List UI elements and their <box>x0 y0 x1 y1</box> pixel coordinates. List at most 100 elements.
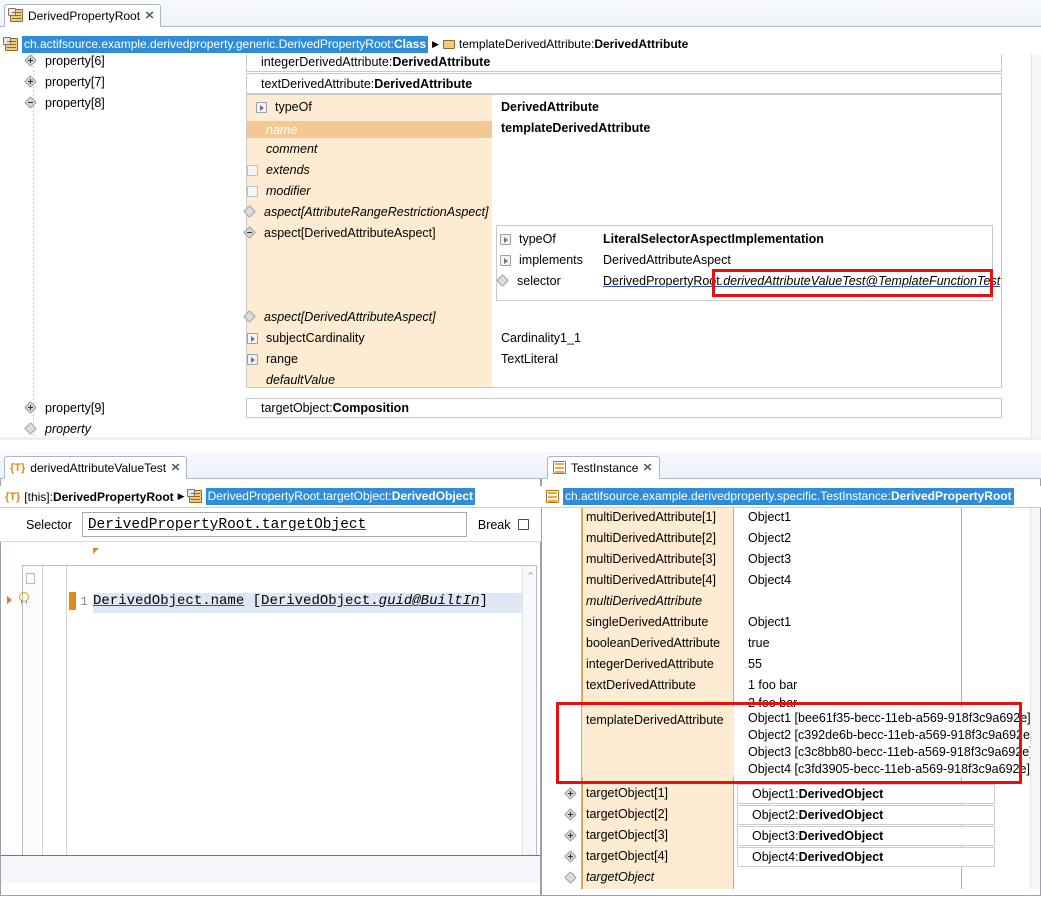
attr-label: aspect[DerivedAttributeAspect] <box>264 310 436 324</box>
expander-icon[interactable] <box>500 234 511 245</box>
attr-row-typeof[interactable]: typeOf <box>256 100 312 114</box>
expander-icon[interactable] <box>247 354 258 365</box>
selector-input-value: DerivedPropertyRoot.targetObject <box>88 517 366 533</box>
chevron-right-icon: ▶ <box>178 491 185 502</box>
inst-label-8[interactable]: textDerivedAttribute <box>586 678 696 692</box>
top-editor-vertical-scrollbar[interactable] <box>1031 54 1041 438</box>
selector-input[interactable]: DerivedPropertyRoot.targetObject <box>82 512 467 537</box>
target-type: DerivedObject <box>799 787 884 801</box>
breadcrumb-selected[interactable]: DerivedPropertyRoot.targetObject:Derived… <box>206 488 475 505</box>
inst-label-3[interactable]: multiDerivedAttribute[4] <box>586 573 716 587</box>
collapse-minus-icon[interactable] <box>245 228 256 239</box>
attr-row-aspect-range-restriction[interactable]: aspect[AttributeRangeRestrictionAspect] <box>245 205 488 219</box>
target-label-2[interactable]: targetObject[3] <box>586 828 668 842</box>
inst-value-2: Object3 <box>748 552 791 566</box>
breadcrumb-selected[interactable]: ch.actifsource.example.derivedproperty.s… <box>563 488 1014 505</box>
inst-label-2[interactable]: multiDerivedAttribute[3] <box>586 552 716 566</box>
code-editor[interactable]: 1 DerivedObject.name [DerivedObject.guid… <box>22 565 537 879</box>
diamond-icon[interactable] <box>26 424 37 435</box>
chevron-right-icon: ▶ <box>432 39 439 50</box>
target-label-1[interactable]: targetObject[2] <box>586 807 668 821</box>
expand-plus-icon[interactable] <box>566 810 577 821</box>
target-slot-1[interactable]: Object2 : DerivedObject <box>737 805 995 825</box>
target-slot-2[interactable]: Object3 : DerivedObject <box>737 826 995 846</box>
expand-plus-icon[interactable] <box>26 77 37 88</box>
inst-label-6[interactable]: booleanDerivedAttribute <box>586 636 720 650</box>
expand-plus-icon[interactable] <box>566 852 577 863</box>
inst-value-3: Object4 <box>748 573 791 587</box>
template-derived-attribute-label[interactable]: templateDerivedAttribute <box>586 713 724 727</box>
attr-row-extends[interactable]: extends <box>247 163 310 177</box>
tree-label: property <box>45 422 91 436</box>
tab-derived-attribute-value-test[interactable]: {T} derivedAttributeValueTest ✕ <box>4 456 187 479</box>
tree-row-property[interactable]: property <box>26 422 91 436</box>
slot-name: targetObject <box>261 401 329 415</box>
target-label-3[interactable]: targetObject[4] <box>586 849 668 863</box>
checkbox-icon[interactable] <box>247 165 258 176</box>
expander-icon[interactable] <box>500 255 511 266</box>
tab-test-instance[interactable]: TestInstance ✕ <box>547 456 660 479</box>
class-icon <box>5 38 18 51</box>
expander-icon[interactable] <box>247 333 258 344</box>
attr-row-subject-cardinality[interactable]: subjectCardinality <box>247 331 365 345</box>
inst-label-4[interactable]: multiDerivedAttribute <box>586 594 702 608</box>
expand-arrow-icon[interactable] <box>7 596 12 604</box>
slot-integer-derived-attribute[interactable]: integerDerivedAttribute : DerivedAttribu… <box>246 54 1002 72</box>
close-icon[interactable]: ✕ <box>643 461 653 474</box>
target-slot-3[interactable]: Object4 : DerivedObject <box>737 847 995 867</box>
close-icon[interactable]: ✕ <box>171 461 181 474</box>
tree-row-property8[interactable]: property[8] <box>26 96 105 110</box>
code-token-bracket-close: ] <box>480 593 488 609</box>
aspect-value-selector[interactable]: DerivedPropertyRoot.derivedAttributeValu… <box>603 274 1000 288</box>
expander-icon[interactable] <box>256 102 267 113</box>
attr-row-range[interactable]: range <box>247 352 298 366</box>
code-content[interactable]: DerivedObject.name [DerivedObject.guid@B… <box>93 593 522 609</box>
diamond-icon[interactable] <box>566 873 577 884</box>
attr-row-name-selected[interactable]: name <box>247 121 492 138</box>
expand-plus-icon[interactable] <box>566 831 577 842</box>
slot-text-derived-attribute[interactable]: textDerivedAttribute : DerivedAttribute <box>246 73 1002 94</box>
inst-label-1[interactable]: multiDerivedAttribute[2] <box>586 531 716 545</box>
attr-row-aspect-derived-expanded[interactable]: aspect[DerivedAttributeAspect] <box>245 226 436 240</box>
close-icon[interactable]: ✕ <box>145 9 155 22</box>
breadcrumb-this[interactable]: [this]:DerivedPropertyRoot <box>24 490 173 504</box>
tree-guide-line <box>33 54 34 438</box>
attr-row-aspect-derived-empty[interactable]: aspect[DerivedAttributeAspect] <box>245 310 436 324</box>
folding-ruler[interactable] <box>43 566 67 878</box>
breadcrumb-next[interactable]: templateDerivedAttribute:DerivedAttribut… <box>459 37 688 51</box>
attr-label: defaultValue <box>266 373 335 387</box>
aspect-row-selector[interactable]: selector <box>498 274 561 288</box>
collapse-minus-icon[interactable] <box>26 98 37 109</box>
target-label-4[interactable]: targetObject <box>586 870 654 884</box>
tree-label: property[6] <box>45 54 105 68</box>
checkbox-icon[interactable] <box>247 186 258 197</box>
breadcrumb-selected[interactable]: ch.actifsource.example.derivedproperty.g… <box>22 36 428 53</box>
chevron-up-icon[interactable]: ⌃ <box>526 570 535 583</box>
expand-plus-icon[interactable] <box>566 789 577 800</box>
quickfix-bulb-icon[interactable] <box>17 592 29 605</box>
target-label-0[interactable]: targetObject[1] <box>586 786 668 800</box>
diamond-icon[interactable] <box>245 207 256 218</box>
tree-row-property9[interactable]: property[9] <box>26 401 105 415</box>
attr-row-modifier[interactable]: modifier <box>247 184 310 198</box>
annotation-ruler[interactable] <box>23 566 43 878</box>
tab-derived-property-root[interactable]: DerivedPropertyRoot ✕ <box>4 4 161 27</box>
expand-plus-icon[interactable] <box>26 403 37 414</box>
attr-row-default-value[interactable]: defaultValue <box>266 373 335 387</box>
tree-row-property6[interactable]: property[6] <box>26 54 105 68</box>
aspect-row-implements[interactable]: implements <box>500 253 583 267</box>
aspect-row-typeof[interactable]: typeOf <box>500 232 556 246</box>
expand-plus-icon[interactable] <box>26 56 37 67</box>
code-vertical-scrollbar[interactable]: ⌃ ⌄ <box>522 566 536 864</box>
target-slot-0[interactable]: Object1 : DerivedObject <box>737 784 995 804</box>
tree-row-property7[interactable]: property[7] <box>26 75 105 89</box>
break-checkbox[interactable] <box>518 519 529 530</box>
slot-target-object[interactable]: targetObject : Composition <box>246 398 1002 418</box>
diamond-icon[interactable] <box>245 312 256 323</box>
inst-label-7[interactable]: integerDerivedAttribute <box>586 657 714 671</box>
inst-label-0[interactable]: multiDerivedAttribute[1] <box>586 510 716 524</box>
br-vertical-scrollbar[interactable] <box>1030 508 1040 889</box>
inst-label-5[interactable]: singleDerivedAttribute <box>586 615 708 629</box>
diamond-icon[interactable] <box>498 276 509 287</box>
attr-row-comment[interactable]: comment <box>266 142 317 156</box>
